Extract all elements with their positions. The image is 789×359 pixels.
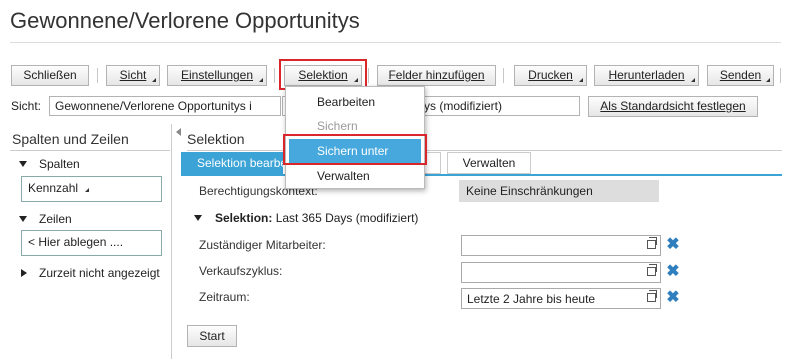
right-panel-title: Selektion xyxy=(187,131,245,147)
dropdown-triangle-icon xyxy=(259,78,263,82)
sales-cycle-label: Verkaufszyklus: xyxy=(199,264,283,278)
rows-expand-icon[interactable] xyxy=(19,216,27,222)
value-help-icon[interactable] xyxy=(647,237,657,249)
right-panel-divider xyxy=(187,150,782,151)
auth-context-value: Keine Einschränkungen xyxy=(459,180,659,202)
settings-menu-button[interactable]: Einstellungen xyxy=(167,65,267,86)
tab-edit-selection-label: Selektion bearbeiten xyxy=(197,156,283,170)
toolbar-separator xyxy=(780,68,781,83)
settings-menu-label: Einstellungen xyxy=(180,68,254,82)
dropdown-triangle-icon xyxy=(152,78,156,82)
tab-manage-label: Verwalten xyxy=(462,156,516,170)
dropdown-triangle-icon xyxy=(579,78,583,82)
period-input[interactable]: Letzte 2 Jahre bis heute xyxy=(461,288,661,309)
hidden-label: Zurzeit nicht angezeigt xyxy=(39,266,160,280)
value-help-icon[interactable] xyxy=(647,290,657,302)
add-fields-button[interactable]: Felder hinzufügen xyxy=(377,65,496,86)
period-label: Zeitraum: xyxy=(199,290,250,304)
toolbar-separator xyxy=(97,68,98,83)
set-default-view-label: Als Standardsicht festlegen xyxy=(600,99,746,113)
columns-expand-icon[interactable] xyxy=(19,161,27,167)
view-menu-label: Sicht xyxy=(119,68,147,82)
clear-icon[interactable]: ✖ xyxy=(666,237,680,253)
selection-heading-label: Selektion: xyxy=(215,211,273,225)
period-value: Letzte 2 Jahre bis heute xyxy=(467,292,596,306)
rows-dropzone-text: < Hier ablegen .... xyxy=(28,235,124,249)
page-title: Gewonnene/Verlorene Opportunitys xyxy=(10,8,360,33)
tab-manage[interactable]: Verwalten xyxy=(447,152,531,174)
set-default-view-button[interactable]: Als Standardsicht festlegen xyxy=(588,96,758,117)
value-help-icon[interactable] xyxy=(647,264,657,276)
close-button-label: Schließen xyxy=(23,68,77,82)
title-divider xyxy=(10,42,781,43)
tab-edit-selection[interactable]: Selektion bearbeiten xyxy=(181,152,283,174)
responsible-employee-input[interactable] xyxy=(461,235,661,256)
tab-spacer xyxy=(425,152,441,174)
collapse-left-icon[interactable] xyxy=(176,128,181,136)
download-menu-button[interactable]: Herunterladen xyxy=(594,65,699,86)
view-select-value: Gewonnene/Verlorene Opportunitys i xyxy=(55,99,252,113)
rows-dropzone[interactable]: < Hier ablegen .... xyxy=(21,230,162,256)
toolbar-separator xyxy=(368,68,369,83)
tab-underline xyxy=(181,174,782,176)
clear-icon[interactable]: ✖ xyxy=(666,290,680,306)
view-label: Sicht: xyxy=(11,99,42,113)
toolbar-separator xyxy=(503,68,504,83)
view-select[interactable]: Gewonnene/Verlorene Opportunitys i xyxy=(49,96,281,116)
responsible-employee-label: Zuständiger Mitarbeiter: xyxy=(199,238,326,252)
selection-heading: Selektion: Last 365 Days (modifiziert) xyxy=(215,211,418,225)
dropdown-triangle-icon xyxy=(691,78,695,82)
left-panel-divider xyxy=(10,150,170,151)
close-button[interactable]: Schließen xyxy=(11,65,89,86)
columns-dropzone[interactable]: Kennzahl xyxy=(21,176,162,202)
left-panel-title: Spalten und Zeilen xyxy=(12,131,129,147)
send-menu-button[interactable]: Senden xyxy=(707,65,774,86)
start-button-label: Start xyxy=(199,329,225,343)
dropdown-triangle-icon xyxy=(85,188,90,192)
columns-label: Spalten xyxy=(39,157,80,171)
hidden-expand-icon[interactable] xyxy=(21,269,27,277)
menu-item-manage[interactable]: Verwalten xyxy=(286,164,424,188)
print-menu-button[interactable]: Drucken xyxy=(514,65,587,86)
menu-item-edit[interactable]: Bearbeiten xyxy=(286,90,424,114)
save-as-highlight-box xyxy=(283,134,427,165)
selection-expand-icon[interactable] xyxy=(194,215,202,221)
dropdown-triangle-icon xyxy=(766,78,770,82)
toolbar-separator xyxy=(274,68,275,83)
rows-label: Zeilen xyxy=(39,212,72,226)
print-menu-label: Drucken xyxy=(528,68,573,82)
sales-cycle-input[interactable] xyxy=(461,262,661,283)
add-fields-label: Felder hinzufügen xyxy=(388,68,485,82)
selection-heading-value: Last 365 Days (modifiziert) xyxy=(275,211,419,225)
panel-splitter[interactable] xyxy=(171,124,172,359)
view-menu-button[interactable]: Sicht xyxy=(106,65,160,86)
download-menu-label: Herunterladen xyxy=(608,68,685,82)
start-button[interactable]: Start xyxy=(187,325,237,347)
send-menu-label: Senden xyxy=(719,68,762,82)
clear-icon[interactable]: ✖ xyxy=(666,264,680,280)
columns-field-label: Kennzahl xyxy=(28,181,79,195)
